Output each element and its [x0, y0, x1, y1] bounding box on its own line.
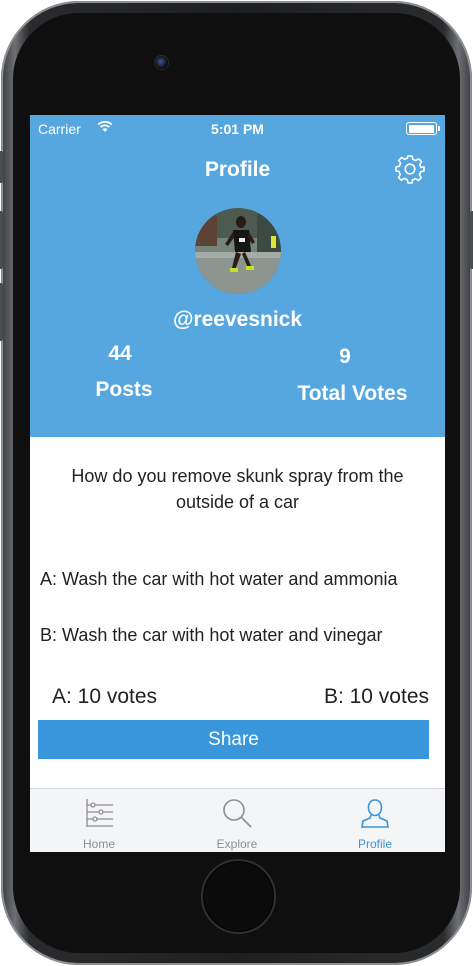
volume-up-button [0, 211, 3, 269]
page-title: Profile [204, 158, 271, 181]
avatar-photo [195, 208, 281, 294]
option-b: B: Wash the car with hot water and vineg… [40, 625, 383, 645]
option-a: A: Wash the car with hot water and ammon… [40, 569, 398, 589]
status-bar: Carrier 5:01 PM [30, 115, 445, 139]
total-votes-count: 9 [339, 345, 351, 368]
front-camera [154, 55, 169, 70]
home-icon [86, 799, 113, 827]
votes-b: B: 10 votes [323, 685, 429, 708]
gear-icon[interactable] [394, 153, 426, 185]
search-icon [223, 799, 252, 828]
battery-level [408, 124, 434, 133]
person-icon [361, 799, 389, 828]
votes-a: A: 10 votes [52, 685, 158, 708]
home-hardware-button[interactable] [201, 859, 276, 934]
volume-down-button [0, 283, 3, 341]
tab-profile-label: Profile [357, 837, 392, 851]
tab-home-label: Home [82, 837, 115, 851]
tab-explore[interactable]: Explore [168, 789, 306, 852]
avatar[interactable] [195, 208, 281, 294]
battery-icon [406, 122, 440, 135]
tab-explore-label: Explore [216, 837, 258, 851]
profile-header: Carrier 5:01 PM Profile @reevesnick 44 P… [30, 115, 445, 437]
tab-profile[interactable]: Profile [306, 789, 444, 852]
posts-count: 44 [108, 342, 132, 365]
post-question: How do you remove skunk spray from the o… [71, 466, 404, 512]
posts-label: Posts [95, 378, 153, 401]
username: @reevesnick [172, 308, 303, 331]
mute-switch [0, 151, 3, 183]
status-time: 5:01 PM [211, 121, 264, 137]
app-screen: Carrier 5:01 PM Profile @reevesnick 44 P… [30, 115, 445, 852]
tab-bar: Home Explore Profile [30, 788, 445, 852]
share-button[interactable]: Share [38, 720, 429, 759]
tab-home[interactable]: Home [30, 789, 168, 852]
total-votes-label: Total Votes [297, 382, 408, 405]
